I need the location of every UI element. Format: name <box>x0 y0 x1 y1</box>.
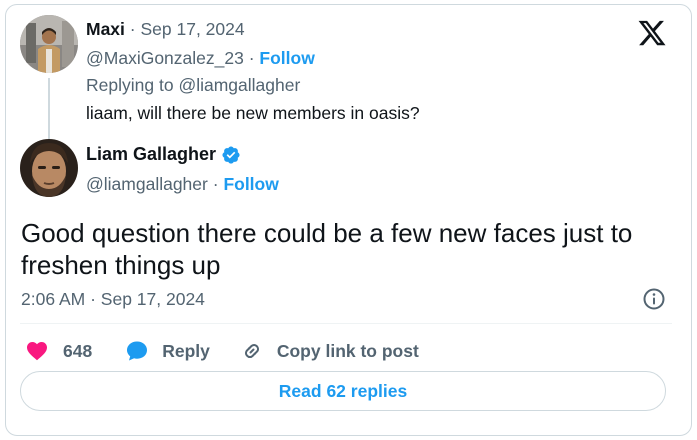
action-bar: 648 Reply Copy link to post <box>21 336 419 366</box>
reply-button[interactable]: Reply <box>125 339 210 363</box>
separator-dot: · <box>129 19 136 39</box>
copy-link-button[interactable]: Copy link to post <box>240 339 419 363</box>
replying-prefix: Replying to <box>86 75 174 95</box>
speech-bubble-icon[interactable] <box>125 339 149 363</box>
follow-button[interactable]: Follow <box>223 174 278 194</box>
main-handle-row: @liamgallagher · Follow <box>86 174 279 195</box>
reply-label: Reply <box>162 340 210 361</box>
like-count: 648 <box>63 340 93 361</box>
divider <box>20 323 672 324</box>
read-replies-button[interactable]: Read 62 replies <box>20 371 666 411</box>
main-tweet-text: Good question there could be a few new f… <box>21 218 633 280</box>
separator-dot: · <box>248 48 255 68</box>
like-button[interactable]: 648 <box>25 339 92 363</box>
heart-icon[interactable] <box>25 339 49 363</box>
tweet-time[interactable]: 2:06 AM <box>21 289 85 309</box>
tweet-timestamp[interactable]: 2:06 AM · Sep 17, 2024 <box>21 289 205 310</box>
author-name[interactable]: Liam Gallagher <box>86 144 216 165</box>
parent-tweet-text: liaam, will there be new members in oasi… <box>86 103 420 123</box>
author-name[interactable]: Maxi <box>86 19 125 39</box>
separator-dot: · <box>90 289 96 309</box>
info-icon[interactable] <box>642 287 666 311</box>
parent-handle-row: @MaxiGonzalez_23 · Follow <box>86 48 315 69</box>
read-replies-label: Read 62 replies <box>278 380 408 401</box>
copy-link-label: Copy link to post <box>276 340 419 361</box>
replying-to-handle[interactable]: @liamgallagher <box>178 75 300 95</box>
follow-button[interactable]: Follow <box>259 48 314 68</box>
author-handle[interactable]: @liamgallagher <box>86 174 208 194</box>
x-logo-icon[interactable] <box>636 18 668 48</box>
thread-connector-line <box>48 78 50 140</box>
tweet-date[interactable]: Sep 17, 2024 <box>140 19 244 39</box>
avatar[interactable] <box>20 15 78 73</box>
separator-dot: · <box>212 174 219 194</box>
verified-badge-icon <box>221 145 241 165</box>
main-tweet-header: Liam Gallagher <box>86 144 241 165</box>
tweet-date[interactable]: Sep 17, 2024 <box>101 289 205 309</box>
author-handle[interactable]: @MaxiGonzalez_23 <box>86 48 244 68</box>
avatar[interactable] <box>20 139 78 197</box>
replying-to-line: Replying to @liamgallagher <box>86 75 300 96</box>
link-icon[interactable] <box>240 339 264 363</box>
parent-tweet-header: Maxi · Sep 17, 2024 <box>86 19 245 40</box>
